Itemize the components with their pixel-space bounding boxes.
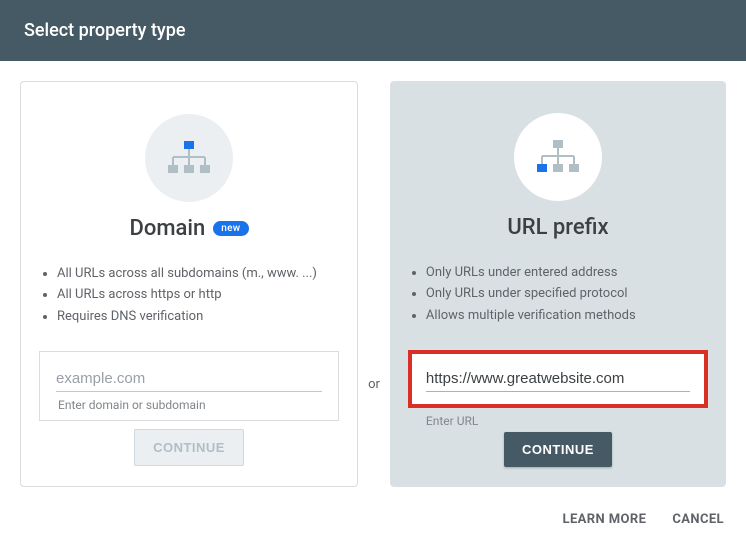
domain-title-row: Domain new [130,216,249,241]
domain-continue-button[interactable]: CONTINUE [134,429,244,466]
domain-input-box: Enter domain or subdomain [39,351,339,421]
url-title-row: URL prefix [507,215,608,240]
url-input-helper: Enter URL [408,414,708,428]
new-badge: new [213,221,248,236]
url-bullet: Only URLs under specified protocol [426,283,636,304]
url-bullets: Only URLs under entered address Only URL… [408,262,636,326]
url-title: URL prefix [507,215,608,240]
domain-bullets: All URLs across all subdomains (m., www.… [39,263,317,327]
dialog-header: Select property type [0,0,746,61]
url-bullet: Only URLs under entered address [426,262,636,283]
domain-icon-circle [145,114,233,202]
dialog-title: Select property type [24,20,186,41]
url-prefix-card[interactable]: URL prefix Only URLs under entered addre… [390,81,726,487]
domain-bullet: All URLs across https or http [57,284,317,305]
url-icon-circle [514,113,602,201]
dialog-footer: LEARN MORE CANCEL [541,500,746,539]
sitemap-icon [534,138,582,176]
domain-input-wrap: Enter domain or subdomain [39,351,339,421]
dialog-content: Domain new All URLs across all subdomain… [0,61,746,487]
or-separator: or [362,377,386,392]
domain-bullet: Requires DNS verification [57,306,317,327]
domain-input-helper: Enter domain or subdomain [56,398,322,412]
sitemap-icon [165,139,213,177]
url-input-wrap: Enter URL [408,350,708,428]
domain-card[interactable]: Domain new All URLs across all subdomain… [20,81,358,487]
url-input-box-highlight [408,350,708,408]
learn-more-link[interactable]: LEARN MORE [563,512,647,527]
domain-title: Domain [130,216,206,241]
url-continue-button[interactable]: CONTINUE [504,432,612,467]
domain-bullet: All URLs across all subdomains (m., www.… [57,263,317,284]
url-input[interactable] [426,366,690,392]
url-bullet: Allows multiple verification methods [426,305,636,326]
domain-input[interactable] [56,366,322,392]
cancel-button[interactable]: CANCEL [672,512,724,527]
